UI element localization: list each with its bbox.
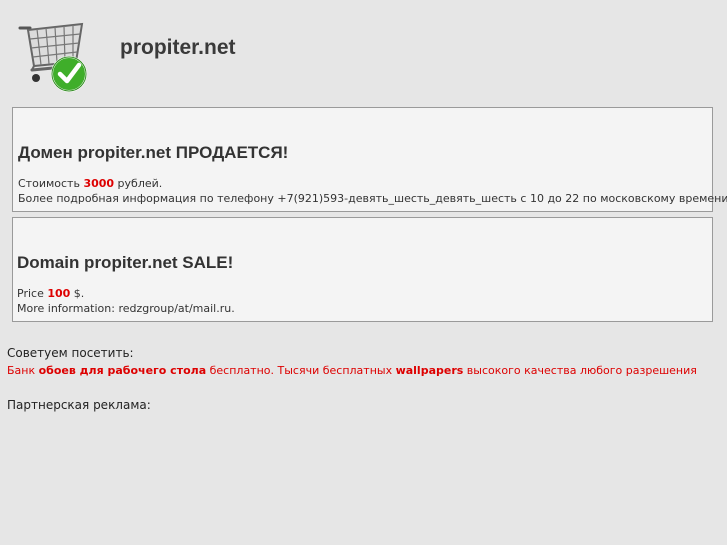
price-prefix-en: Price [17, 287, 48, 300]
price-suffix-ru: рублей. [114, 177, 163, 190]
partner-ad-label: Партнерская реклама: [7, 398, 151, 412]
recommend-line: Банк обоев для рабочего стола бесплатно.… [7, 364, 697, 377]
wallpapers-en-link[interactable]: wallpapers [396, 364, 464, 377]
header: propiter.net [0, 0, 727, 100]
domain-sale-box-ru: Домен propiter.net ПРОДАЕТСЯ! Стоимость … [12, 107, 727, 212]
site-title: propiter.net [120, 36, 236, 59]
recommend-text-1: Банк [7, 364, 39, 377]
recommend-label: Советуем посетить: [7, 346, 134, 360]
contact-info-ru: Более подробная информация по телефону +… [18, 192, 727, 205]
price-suffix-en: $. [70, 287, 85, 300]
price-line-en: Price 100 $. [17, 287, 84, 300]
sale-heading-en: Domain propiter.net SALE! [17, 253, 234, 272]
domain-sale-box-en: Domain propiter.net SALE! Price 100 $. M… [12, 217, 713, 322]
shopping-cart-checkmark-icon [18, 22, 87, 92]
price-value-ru: 3000 [83, 177, 115, 190]
price-line-ru: Стоимость 3000 рублей. [18, 177, 162, 190]
sale-heading-ru: Домен propiter.net ПРОДАЕТСЯ! [18, 143, 289, 162]
contact-info-en: More information: redzgroup/at/mail.ru. [17, 302, 235, 315]
wallpapers-ru-link[interactable]: обоев для рабочего стола [39, 364, 207, 377]
price-prefix-ru: Стоимость [18, 177, 84, 190]
recommend-text-3: высокого качества любого разрешения [463, 364, 697, 377]
recommend-text-2: бесплатно. Тысячи бесплатных [206, 364, 396, 377]
price-value-en: 100 [47, 287, 71, 300]
